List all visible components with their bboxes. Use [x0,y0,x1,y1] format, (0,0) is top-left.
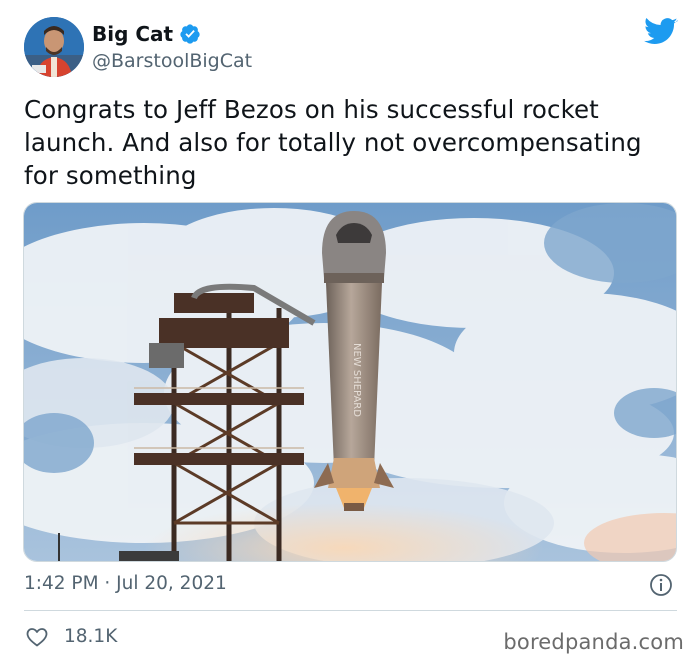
twitter-bird-icon[interactable] [644,17,678,47]
tweet-timestamp[interactable]: 1:42 PM · Jul 20, 2021 [24,573,227,594]
watermark: boredpanda.com [503,630,684,654]
divider [24,610,677,611]
avatar[interactable] [24,17,84,77]
like-count[interactable]: 18.1K [64,626,117,647]
verified-badge-icon [179,23,201,45]
tweet-media-image[interactable]: NEW SHEPARD [23,202,677,562]
author-name-row[interactable]: Big Cat [92,22,201,46]
svg-text:NEW SHEPARD: NEW SHEPARD [351,343,362,417]
author-handle[interactable]: @BarstoolBigCat [92,50,252,72]
heart-icon[interactable] [25,625,49,649]
tweet-card: Big Cat @BarstoolBigCat Congrats to Jeff… [0,0,700,666]
tweet-text: Congrats to Jeff Bezos on his successful… [24,95,642,190]
info-icon[interactable] [649,573,673,597]
display-name[interactable]: Big Cat [92,22,173,46]
